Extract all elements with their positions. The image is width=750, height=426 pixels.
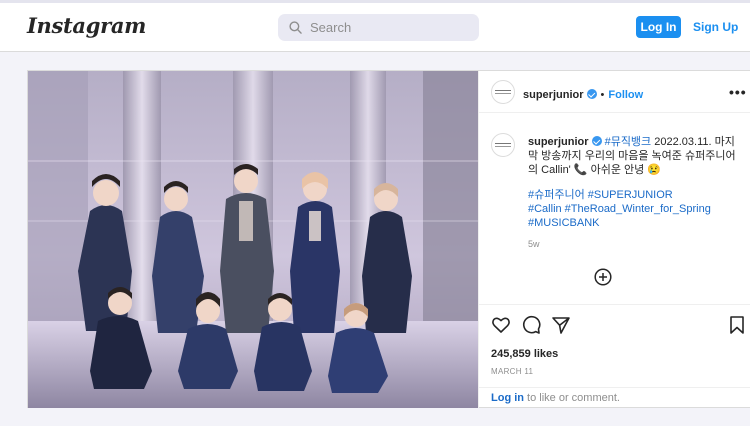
top-navigation-bar: Instagram Log In Sign Up [0,0,750,52]
post-date: MARCH 11 [491,367,534,376]
post-sidebar: superjunior • Follow ••• superjunior #뮤직뱅크… [478,71,750,408]
sign-up-link[interactable]: Sign Up [693,16,738,38]
post-header-info: superjunior • Follow [523,85,643,103]
post-card: superjunior • Follow ••• superjunior #뮤직뱅크… [27,70,750,408]
login-prompt-text: to like or comment. [524,392,620,404]
top-edge-strip [0,0,750,3]
caption-username[interactable]: superjunior [528,136,589,148]
post-header: superjunior • Follow ••• [479,71,750,113]
avatar-logo [495,143,511,147]
caption-avatar[interactable] [491,133,515,157]
search-icon [289,21,302,34]
more-icon[interactable]: ••• [729,84,747,100]
hashtag-line[interactable]: #슈퍼주니어 #SUPERJUNIOR [528,188,743,202]
avatar[interactable] [491,80,515,104]
hashtag-line[interactable]: #Callin #TheRoad_Winter_for_Spring [528,202,743,216]
follow-button[interactable]: Follow [608,89,643,101]
avatar-logo [495,90,511,94]
log-in-button[interactable]: Log In [636,16,681,38]
post-caption: superjunior #뮤직뱅크 2022.03.11. 마지막 방송까지 우… [528,135,743,177]
search-input[interactable] [310,18,470,37]
separator-dot: • [600,89,605,101]
post-hashtags: #슈퍼주니어 #SUPERJUNIOR #Callin #TheRoad_Win… [528,188,743,230]
caption-hashtag[interactable]: #뮤직뱅크 [605,136,652,148]
post-actions: 245,859 likes MARCH 11 Log in to like or… [479,304,750,408]
like-count[interactable]: 245,859 likes [491,348,558,360]
login-prompt: Log in to like or comment. [479,387,750,409]
post-photo[interactable] [28,71,478,408]
heart-icon[interactable] [491,315,511,335]
search-box[interactable] [278,14,479,41]
log-in-link[interactable]: Log in [491,392,524,404]
bookmark-icon[interactable] [727,315,747,335]
post-username[interactable]: superjunior [523,89,584,101]
post-age[interactable]: 5w [528,239,540,249]
verified-icon [586,89,597,99]
hashtag-line[interactable]: #MUSICBANK [528,216,743,230]
add-comment-icon[interactable] [594,268,612,286]
share-icon[interactable] [551,315,571,335]
group-photo-illustration [28,71,478,408]
comment-icon[interactable] [521,315,541,335]
verified-icon [591,136,602,146]
instagram-logo[interactable]: Instagram [27,13,146,38]
